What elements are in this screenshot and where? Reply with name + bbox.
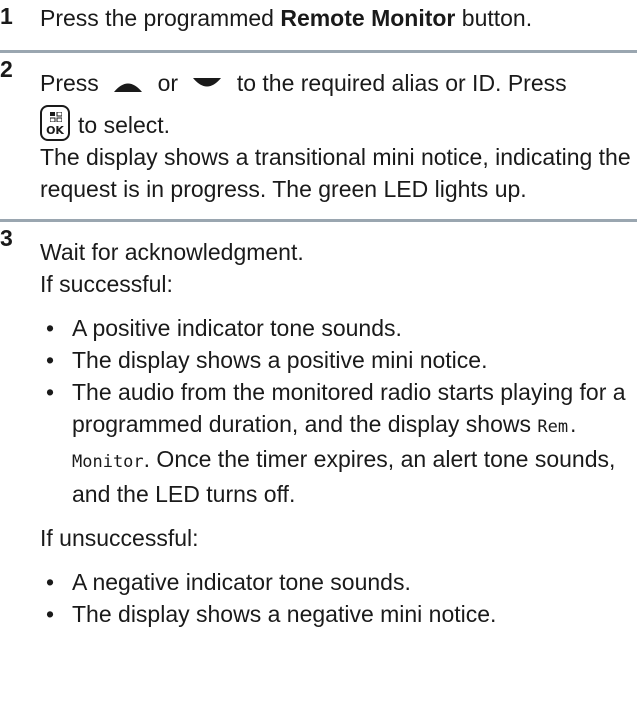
step-number: 2 xyxy=(0,56,13,82)
up-arrow-icon xyxy=(114,83,143,92)
list-item: A negative indicator tone sounds. xyxy=(46,566,631,598)
step-text-part: Press xyxy=(40,70,99,96)
down-arrow-icon xyxy=(193,77,222,87)
step-text-part: to select. xyxy=(78,112,171,138)
list-item: The display shows a positive mini notice… xyxy=(46,344,631,376)
step-1: 1 Press the programmed Remote Monitor bu… xyxy=(0,0,637,50)
step-text: Wait for acknowledgment. xyxy=(40,239,304,265)
list-item: The audio from the monitored radio start… xyxy=(46,376,631,510)
menu-grid-icon xyxy=(50,112,62,122)
step-line: Press or to the required alias or ID. Pr… xyxy=(40,67,631,99)
list-item: A positive indicator tone sounds. xyxy=(46,312,631,344)
step-text-part: to the required alias or ID. Press xyxy=(236,70,567,96)
fail-label: If unsuccessful: xyxy=(40,525,199,551)
step-2: 2 Press or to the required alias or ID. … xyxy=(0,53,637,219)
step-3: 3 Wait for acknowledgment. If successful… xyxy=(0,222,637,630)
step-result: The display shows a transitional mini no… xyxy=(40,144,631,202)
step-text-part: button. xyxy=(455,5,533,31)
step-text-part: or xyxy=(157,70,179,96)
step-number: 1 xyxy=(0,3,13,29)
step-number: 3 xyxy=(0,225,13,251)
success-label: If successful: xyxy=(40,271,173,297)
step-text: Press the programmed Remote Monitor butt… xyxy=(40,5,532,31)
button-name: Remote Monitor xyxy=(280,5,456,31)
step-text-part: Press the programmed xyxy=(40,5,281,31)
menu-ok-key-icon: OK xyxy=(40,105,70,141)
success-list: A positive indicator tone sounds. The di… xyxy=(40,312,631,510)
step-line: OK to select. xyxy=(40,105,631,141)
procedure-page: 1 Press the programmed Remote Monitor bu… xyxy=(0,0,637,726)
ok-key-label: OK xyxy=(46,124,64,137)
fail-list: A negative indicator tone sounds. The di… xyxy=(40,566,631,630)
list-item: The display shows a negative mini notice… xyxy=(46,598,631,630)
list-item-text: . Once the timer expires, an alert tone … xyxy=(72,446,616,507)
